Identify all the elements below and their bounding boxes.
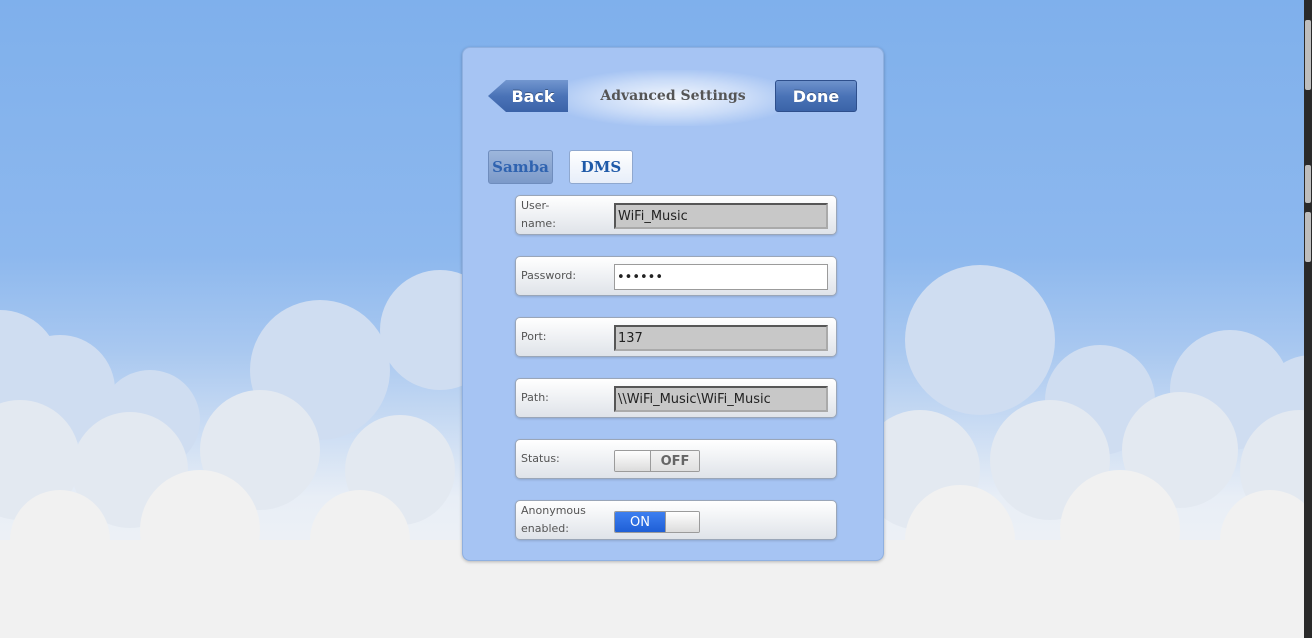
anonymous-toggle-text: ON	[615, 512, 665, 532]
password-label: Password:	[521, 269, 577, 282]
scrollbar-thumb-mid[interactable]	[1305, 165, 1311, 203]
status-toggle-text: OFF	[651, 451, 699, 471]
username-label: User-name:	[521, 199, 556, 230]
path-label: Path:	[521, 391, 549, 404]
anonymous-label: Anonymous enabled:	[521, 504, 586, 535]
settings-panel: Back Advanced Settings Done Samba DMS Us…	[462, 47, 884, 561]
status-toggle-knob	[615, 451, 651, 471]
username-field[interactable]: WiFi_Music	[614, 203, 828, 229]
anonymous-row: Anonymous enabled: ON	[515, 500, 837, 540]
password-row: Password: ••••••	[515, 256, 837, 296]
status-toggle[interactable]: OFF	[614, 450, 700, 472]
anonymous-toggle-knob	[665, 512, 699, 532]
scrollbar-thumb-lower[interactable]	[1305, 212, 1311, 262]
status-label: Status:	[521, 452, 560, 465]
port-label: Port:	[521, 330, 547, 343]
tab-dms[interactable]: DMS	[569, 150, 633, 184]
done-button[interactable]: Done	[775, 80, 857, 112]
path-row: Path: \\WiFi_Music\WiFi_Music	[515, 378, 837, 418]
path-field[interactable]: \\WiFi_Music\WiFi_Music	[614, 386, 828, 412]
port-row: Port: 137	[515, 317, 837, 357]
window-scrollbar[interactable]	[1304, 0, 1312, 638]
scrollbar-thumb-top[interactable]	[1305, 20, 1311, 90]
back-button[interactable]: Back	[488, 80, 568, 112]
status-row: Status: OFF	[515, 439, 837, 479]
username-row: User-name: WiFi_Music	[515, 195, 837, 235]
port-field[interactable]: 137	[614, 325, 828, 351]
anonymous-toggle[interactable]: ON	[614, 511, 700, 533]
page-title: Advanced Settings	[600, 88, 746, 104]
tab-samba[interactable]: Samba	[488, 150, 553, 184]
password-field[interactable]: ••••••	[614, 264, 828, 290]
